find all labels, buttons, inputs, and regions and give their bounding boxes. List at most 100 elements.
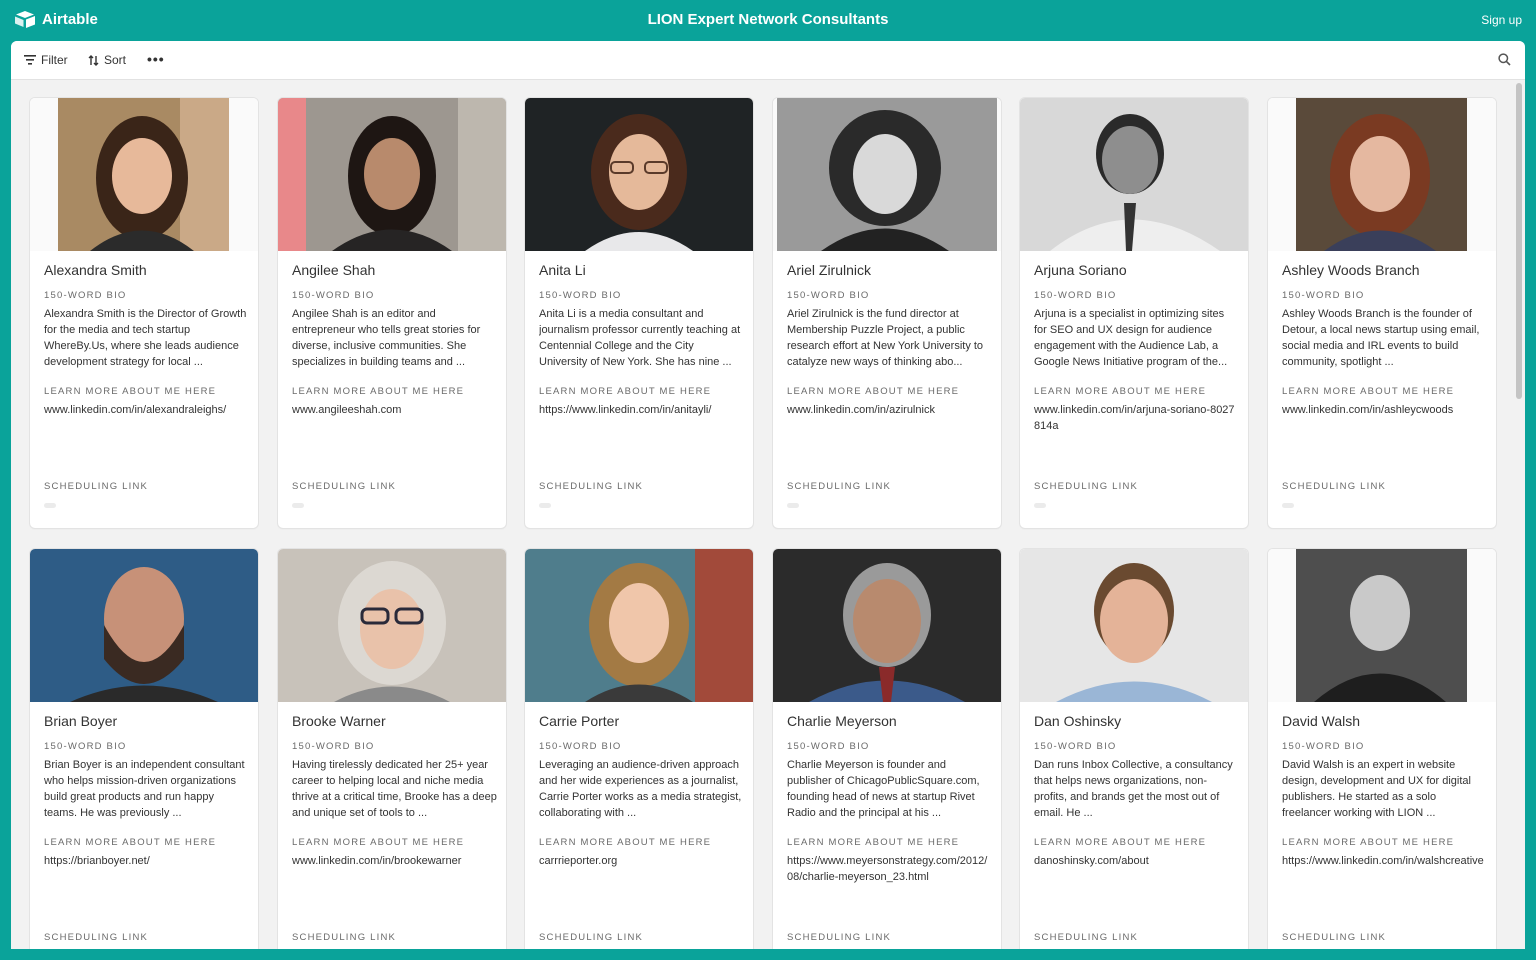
card-name: Charlie Meyerson — [787, 713, 897, 729]
filter-button[interactable]: Filter — [24, 53, 68, 67]
learn-more-field-label: LEARN MORE ABOUT ME HERE — [1282, 837, 1455, 848]
bio-field-label: 150-WORD BIO — [1282, 290, 1365, 301]
record-card[interactable]: David Walsh 150-WORD BIO David Walsh is … — [1268, 549, 1496, 949]
app-header: Airtable LION Expert Network Consultants… — [0, 0, 1536, 40]
bio-field-label: 150-WORD BIO — [1034, 741, 1117, 752]
card-name: Carrie Porter — [539, 713, 620, 729]
card-name: David Walsh — [1282, 713, 1361, 729]
record-card[interactable]: Dan Oshinsky 150-WORD BIO Dan runs Inbox… — [1020, 549, 1248, 949]
search-icon[interactable] — [1498, 53, 1511, 71]
profile-photo — [773, 98, 1001, 251]
bio-text: Alexandra Smith is the Director of Growt… — [44, 308, 247, 368]
profile-photo — [278, 549, 506, 702]
learn-more-link[interactable]: www.linkedin.com/in/alexandraleighs/ — [44, 402, 249, 418]
vertical-scrollbar[interactable] — [1516, 83, 1522, 399]
scheduling-link-empty — [292, 503, 304, 508]
bio-field-label: 150-WORD BIO — [44, 290, 127, 301]
bio-text: Brian Boyer is an independent consultant… — [44, 759, 245, 819]
bio-field-label: 150-WORD BIO — [292, 290, 375, 301]
bio-text: Leveraging an audience-driven approach a… — [539, 759, 742, 819]
learn-more-link[interactable]: www.linkedin.com/in/brookewarner — [292, 853, 497, 869]
learn-more-link[interactable]: carrrieporter.org — [539, 853, 744, 869]
bio-text: Ashley Woods Branch is the founder of De… — [1282, 308, 1480, 368]
filter-icon — [24, 55, 36, 65]
scheduling-link-label: SCHEDULING LINK — [292, 481, 397, 492]
scheduling-link-label: SCHEDULING LINK — [1282, 481, 1387, 492]
bio-text: Angilee Shah is an editor and entreprene… — [292, 308, 481, 368]
learn-more-field-label: LEARN MORE ABOUT ME HERE — [539, 386, 712, 397]
learn-more-field-label: LEARN MORE ABOUT ME HERE — [1282, 386, 1455, 397]
scheduling-link-label: SCHEDULING LINK — [1034, 481, 1139, 492]
learn-more-link[interactable]: www.linkedin.com/in/arjuna-soriano-80278… — [1034, 402, 1239, 434]
bio-text: Dan runs Inbox Collective, a consultancy… — [1034, 759, 1233, 819]
profile-photo — [278, 98, 506, 251]
card-name: Ariel Zirulnick — [787, 262, 872, 278]
bio-field-label: 150-WORD BIO — [539, 290, 622, 301]
bio-text: David Walsh is an expert in website desi… — [1282, 759, 1471, 819]
scheduling-link-empty — [787, 503, 799, 508]
view-toolbar: Filter Sort ••• — [11, 41, 1525, 80]
learn-more-link[interactable]: https://brianboyer.net/ — [44, 853, 249, 869]
record-card[interactable]: Ashley Woods Branch 150-WORD BIO Ashley … — [1268, 98, 1496, 528]
learn-more-link[interactable]: www.linkedin.com/in/azirulnick — [787, 402, 992, 418]
record-card[interactable]: Brooke Warner 150-WORD BIO Having tirele… — [278, 549, 506, 949]
card-name: Brian Boyer — [44, 713, 118, 729]
record-card[interactable]: Arjuna Soriano 150-WORD BIO Arjuna is a … — [1020, 98, 1248, 528]
learn-more-link[interactable]: https://www.linkedin.com/in/anitayli/ — [539, 402, 744, 418]
bio-field-label: 150-WORD BIO — [787, 290, 870, 301]
learn-more-field-label: LEARN MORE ABOUT ME HERE — [1034, 386, 1207, 397]
record-card[interactable]: Angilee Shah 150-WORD BIO Angilee Shah i… — [278, 98, 506, 528]
card-name: Brooke Warner — [292, 713, 386, 729]
bio-field-label: 150-WORD BIO — [1282, 741, 1365, 752]
bio-text: Having tirelessly dedicated her 25+ year… — [292, 759, 497, 819]
sort-label: Sort — [104, 53, 127, 67]
learn-more-link[interactable]: www.linkedin.com/in/ashleycwoods — [1282, 402, 1487, 418]
scheduling-link-label: SCHEDULING LINK — [539, 481, 644, 492]
scheduling-link-label: SCHEDULING LINK — [44, 481, 149, 492]
scheduling-link-label: SCHEDULING LINK — [292, 932, 397, 943]
learn-more-link[interactable]: danoshinsky.com/about — [1034, 853, 1239, 869]
scheduling-link-empty — [1034, 503, 1046, 508]
scheduling-link-label: SCHEDULING LINK — [1034, 932, 1139, 943]
more-options-button[interactable]: ••• — [147, 51, 165, 67]
profile-photo — [773, 549, 1001, 702]
learn-more-field-label: LEARN MORE ABOUT ME HERE — [787, 386, 960, 397]
record-card[interactable]: Alexandra Smith 150-WORD BIO Alexandra S… — [30, 98, 258, 528]
bio-text: Anita Li is a media consultant and journ… — [539, 308, 741, 368]
card-name: Angilee Shah — [292, 262, 376, 278]
profile-photo — [1020, 98, 1248, 251]
learn-more-link[interactable]: https://www.linkedin.com/in/walshcreativ… — [1282, 853, 1487, 869]
bio-text: Charlie Meyerson is founder and publishe… — [787, 759, 980, 819]
scheduling-link-label: SCHEDULING LINK — [787, 481, 892, 492]
learn-more-field-label: LEARN MORE ABOUT ME HERE — [44, 837, 217, 848]
record-card[interactable]: Charlie Meyerson 150-WORD BIO Charlie Me… — [773, 549, 1001, 949]
scheduling-link-label: SCHEDULING LINK — [539, 932, 644, 943]
bio-field-label: 150-WORD BIO — [44, 741, 127, 752]
learn-more-link[interactable]: www.angileeshah.com — [292, 402, 497, 418]
gallery-panel: Filter Sort ••• Alexandra Smith 150-WORD… — [11, 41, 1525, 949]
record-card[interactable]: Brian Boyer 150-WORD BIO Brian Boyer is … — [30, 549, 258, 949]
profile-photo — [1268, 98, 1496, 251]
scheduling-link-empty — [539, 503, 551, 508]
scheduling-link-empty — [1282, 503, 1294, 508]
signup-link[interactable]: Sign up — [1481, 13, 1522, 27]
profile-photo — [1020, 549, 1248, 702]
filter-label: Filter — [41, 53, 68, 67]
profile-photo — [30, 98, 258, 251]
bio-text: Arjuna is a specialist in optimizing sit… — [1034, 308, 1228, 368]
card-name: Anita Li — [539, 262, 586, 278]
learn-more-field-label: LEARN MORE ABOUT ME HERE — [292, 837, 465, 848]
record-card[interactable]: Ariel Zirulnick 150-WORD BIO Ariel Zirul… — [773, 98, 1001, 528]
card-name: Ashley Woods Branch — [1282, 262, 1420, 278]
record-card[interactable]: Carrie Porter 150-WORD BIO Leveraging an… — [525, 549, 753, 949]
profile-photo — [525, 98, 753, 251]
page-title: LION Expert Network Consultants — [647, 11, 889, 28]
scheduling-link-label: SCHEDULING LINK — [1282, 932, 1387, 943]
bio-field-label: 150-WORD BIO — [1034, 290, 1117, 301]
bio-text: Ariel Zirulnick is the fund director at … — [787, 308, 984, 368]
learn-more-field-label: LEARN MORE ABOUT ME HERE — [44, 386, 217, 397]
sort-button[interactable]: Sort — [88, 53, 126, 67]
learn-more-link[interactable]: https://www.meyersonstrategy.com/2012/08… — [787, 853, 992, 885]
sort-icon — [88, 54, 99, 66]
record-card[interactable]: Anita Li 150-WORD BIO Anita Li is a medi… — [525, 98, 753, 528]
